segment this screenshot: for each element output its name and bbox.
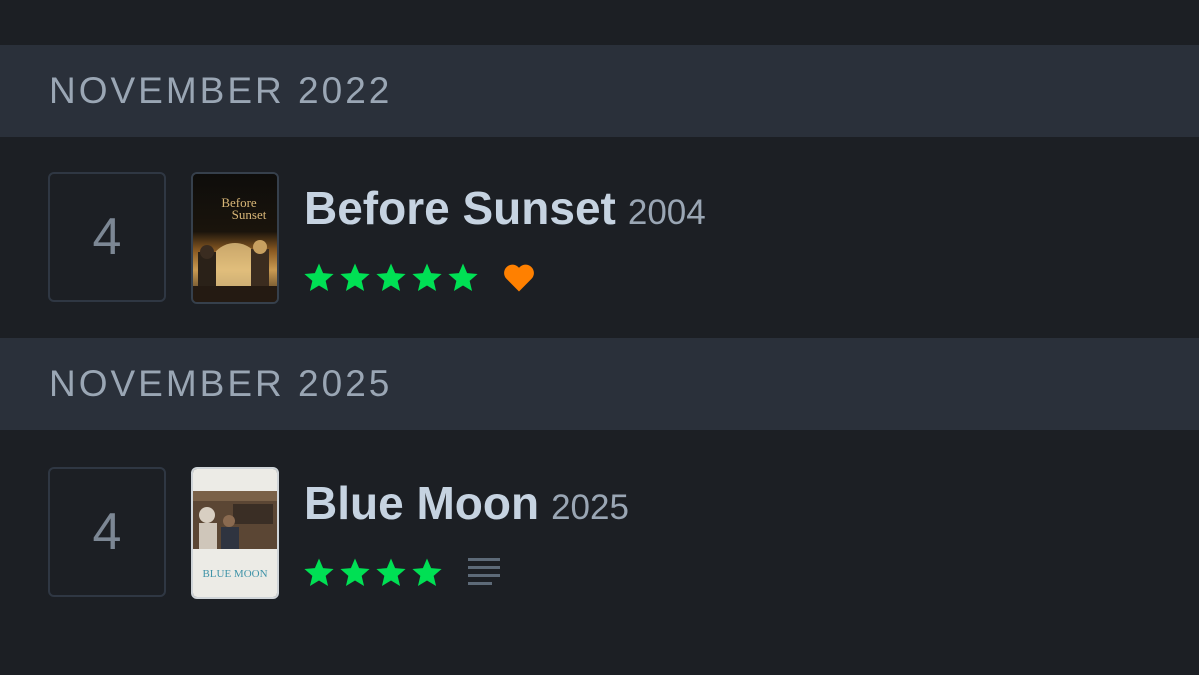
poster-art: BLUE MOON	[193, 469, 277, 597]
rating-line	[302, 556, 502, 590]
star-icon	[304, 263, 334, 292]
star-icon	[412, 263, 442, 292]
star-icon	[376, 558, 406, 587]
film-poster-before-sunset[interactable]: Before Sunset	[191, 172, 279, 304]
star-icon	[340, 558, 370, 587]
rating-line	[302, 261, 536, 295]
film-poster-blue-moon[interactable]: BLUE MOON	[191, 467, 279, 599]
film-title-line[interactable]: Blue Moon 2025	[304, 476, 629, 530]
star-icon	[340, 263, 370, 292]
film-title-line[interactable]: Before Sunset 2004	[304, 181, 706, 235]
star-rating	[302, 556, 446, 590]
month-header: NOVEMBER 2025	[0, 338, 1199, 430]
poster-art: Before Sunset	[193, 174, 277, 302]
month-label: NOVEMBER 2025	[49, 363, 393, 404]
film-year[interactable]: 2025	[551, 488, 629, 528]
month-header: NOVEMBER 2022	[0, 45, 1199, 137]
star-rating	[302, 261, 482, 295]
star-icon	[448, 263, 478, 292]
poster-title: BLUE MOON	[202, 568, 267, 580]
day-number[interactable]: 4	[48, 467, 166, 597]
poster-title-line-2: Sunset	[232, 207, 267, 222]
star-icon	[304, 558, 334, 587]
diary-entry[interactable]: 4 Before Sunset Before Sunset 2004	[0, 137, 1199, 337]
film-title[interactable]: Before Sunset	[304, 181, 616, 235]
star-icon	[376, 263, 406, 292]
review-text-icon[interactable]	[466, 556, 502, 590]
heart-icon	[504, 264, 534, 292]
month-label: NOVEMBER 2022	[49, 70, 393, 111]
day-number[interactable]: 4	[48, 172, 166, 302]
film-year[interactable]: 2004	[628, 193, 706, 233]
film-title[interactable]: Blue Moon	[304, 476, 539, 530]
diary-entry[interactable]: 4 BLUE MOON Blue Moon 2025	[0, 432, 1199, 632]
star-icon	[412, 558, 442, 587]
